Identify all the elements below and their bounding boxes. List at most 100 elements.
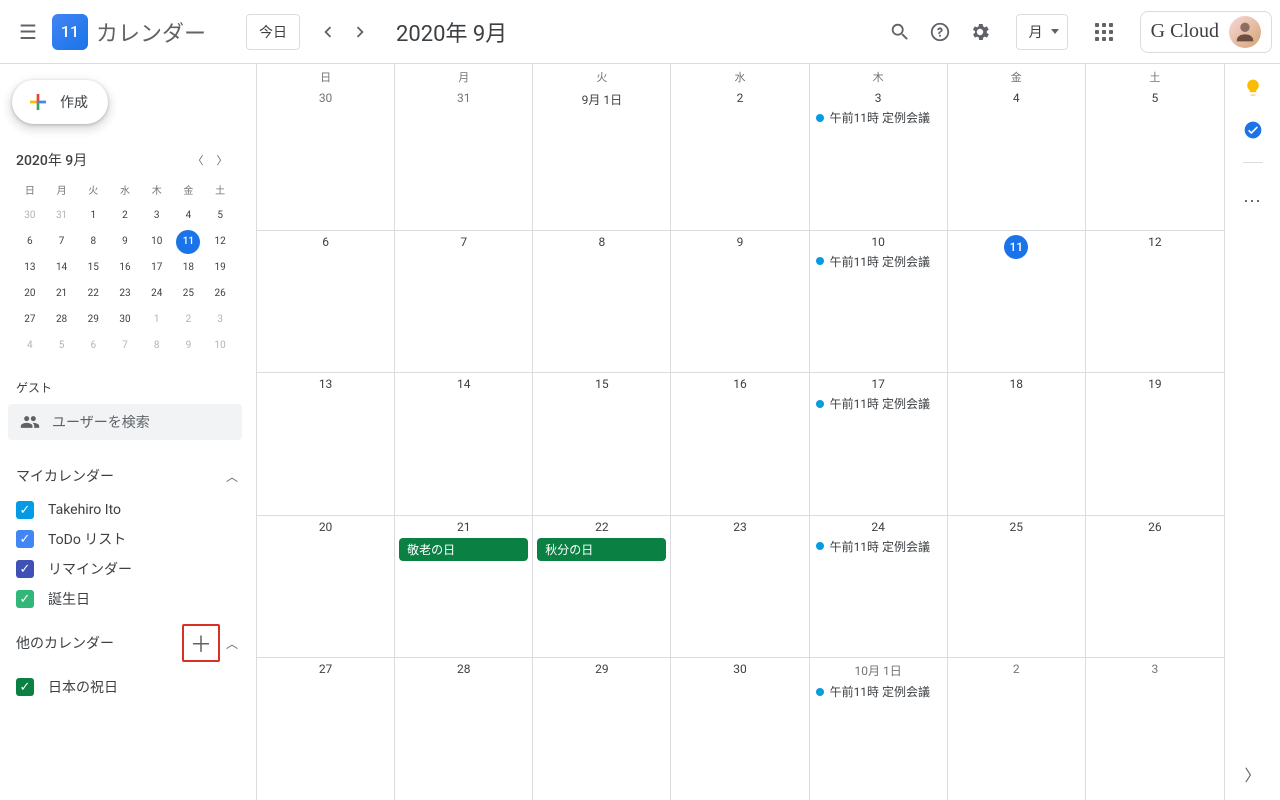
day-cell[interactable]: 9月 1日 [533,87,671,230]
support-button[interactable] [920,12,960,52]
day-cell[interactable]: 29 [533,658,671,800]
calendar-item[interactable]: ✓誕生日 [8,584,242,614]
day-cell[interactable]: 4 [948,87,1086,230]
mini-next-button[interactable]: 〉 [210,148,234,172]
day-cell[interactable]: 3午前11時 定例会議 [810,87,948,230]
show-side-panel-button[interactable]: 〉 [1244,762,1260,800]
account-brand[interactable]: G Cloud [1140,11,1272,53]
day-cell[interactable]: 21敬老の日 [395,516,533,658]
day-cell[interactable]: 7 [395,231,533,373]
mini-day[interactable]: 30 [113,308,137,332]
mini-day[interactable]: 3 [145,204,169,228]
mini-day[interactable]: 5 [50,334,74,358]
mini-day[interactable]: 2 [176,308,200,332]
mini-day[interactable]: 31 [50,204,74,228]
day-cell[interactable]: 27 [257,658,395,800]
settings-button[interactable] [960,12,1000,52]
google-apps-button[interactable] [1084,12,1124,52]
calendar-checkbox[interactable]: ✓ [16,560,34,578]
mini-day[interactable]: 21 [50,282,74,306]
calendar-item[interactable]: ✓ToDo リスト [8,524,242,554]
holiday-event[interactable]: 敬老の日 [399,538,528,561]
mini-day[interactable]: 28 [50,308,74,332]
mini-day[interactable]: 25 [176,282,200,306]
calendar-item[interactable]: ✓日本の祝日 [8,672,242,702]
day-cell[interactable]: 13 [257,373,395,515]
mini-day[interactable]: 8 [145,334,169,358]
day-cell[interactable]: 6 [257,231,395,373]
day-cell[interactable]: 26 [1086,516,1224,658]
mini-day[interactable]: 27 [18,308,42,332]
day-cell[interactable]: 23 [671,516,809,658]
mini-day[interactable]: 1 [81,204,105,228]
other-calendars-header[interactable]: 他のカレンダー ＋ ︿ [8,614,242,672]
mini-day[interactable]: 11 [176,230,200,254]
calendar-item[interactable]: ✓リマインダー [8,554,242,584]
day-cell[interactable]: 8 [533,231,671,373]
calendar-checkbox[interactable]: ✓ [16,590,34,608]
mini-day[interactable]: 1 [145,308,169,332]
day-cell[interactable]: 22秋分の日 [533,516,671,658]
day-cell[interactable]: 31 [395,87,533,230]
mini-day[interactable]: 15 [81,256,105,280]
day-cell[interactable]: 28 [395,658,533,800]
mini-day[interactable]: 17 [145,256,169,280]
day-cell[interactable]: 11 [948,231,1086,373]
day-cell[interactable]: 3 [1086,658,1224,800]
mini-day[interactable]: 19 [208,256,232,280]
mini-day[interactable]: 20 [18,282,42,306]
event-item[interactable]: 午前11時 定例会議 [810,681,947,702]
more-addons-button[interactable]: ⋯ [1243,191,1262,212]
day-cell[interactable]: 12 [1086,231,1224,373]
day-cell[interactable]: 24午前11時 定例会議 [810,516,948,658]
day-cell[interactable]: 30 [257,87,395,230]
day-cell[interactable]: 17午前11時 定例会議 [810,373,948,515]
prev-period-button[interactable] [312,16,344,48]
mini-day[interactable]: 13 [18,256,42,280]
create-button[interactable]: 作成 [12,80,108,124]
next-period-button[interactable] [344,16,376,48]
mini-day[interactable]: 10 [145,230,169,254]
day-cell[interactable]: 18 [948,373,1086,515]
day-cell[interactable]: 5 [1086,87,1224,230]
holiday-event[interactable]: 秋分の日 [537,538,666,561]
search-people-input[interactable]: ユーザーを検索 [8,404,242,440]
event-item[interactable]: 午前11時 定例会議 [810,393,947,414]
mini-day[interactable]: 26 [208,282,232,306]
day-cell[interactable]: 25 [948,516,1086,658]
keep-icon[interactable] [1243,78,1263,98]
mini-day[interactable]: 10 [208,334,232,358]
view-switcher[interactable]: 月 [1016,14,1068,50]
mini-day[interactable]: 18 [176,256,200,280]
mini-day[interactable]: 9 [176,334,200,358]
event-item[interactable]: 午前11時 定例会議 [810,251,947,272]
mini-day[interactable]: 4 [18,334,42,358]
mini-day[interactable]: 8 [81,230,105,254]
my-calendars-header[interactable]: マイカレンダー ︿ [8,456,242,496]
mini-day[interactable]: 3 [208,308,232,332]
calendar-checkbox[interactable]: ✓ [16,678,34,696]
mini-prev-button[interactable]: 〈 [186,148,210,172]
mini-day[interactable]: 2 [113,204,137,228]
add-calendar-button[interactable]: ＋ [182,624,220,662]
mini-day[interactable]: 23 [113,282,137,306]
mini-day[interactable]: 6 [18,230,42,254]
mini-day[interactable]: 24 [145,282,169,306]
day-cell[interactable]: 15 [533,373,671,515]
mini-day[interactable]: 16 [113,256,137,280]
day-cell[interactable]: 20 [257,516,395,658]
day-cell[interactable]: 9 [671,231,809,373]
day-cell[interactable]: 14 [395,373,533,515]
mini-day[interactable]: 12 [208,230,232,254]
day-cell[interactable]: 10月 1日午前11時 定例会議 [810,658,948,800]
mini-day[interactable]: 9 [113,230,137,254]
mini-day[interactable]: 22 [81,282,105,306]
mini-day[interactable]: 6 [81,334,105,358]
mini-day[interactable]: 14 [50,256,74,280]
event-item[interactable]: 午前11時 定例会議 [810,107,947,128]
calendar-checkbox[interactable]: ✓ [16,530,34,548]
mini-day[interactable]: 4 [176,204,200,228]
today-button[interactable]: 今日 [246,14,300,50]
day-cell[interactable]: 19 [1086,373,1224,515]
search-button[interactable] [880,12,920,52]
